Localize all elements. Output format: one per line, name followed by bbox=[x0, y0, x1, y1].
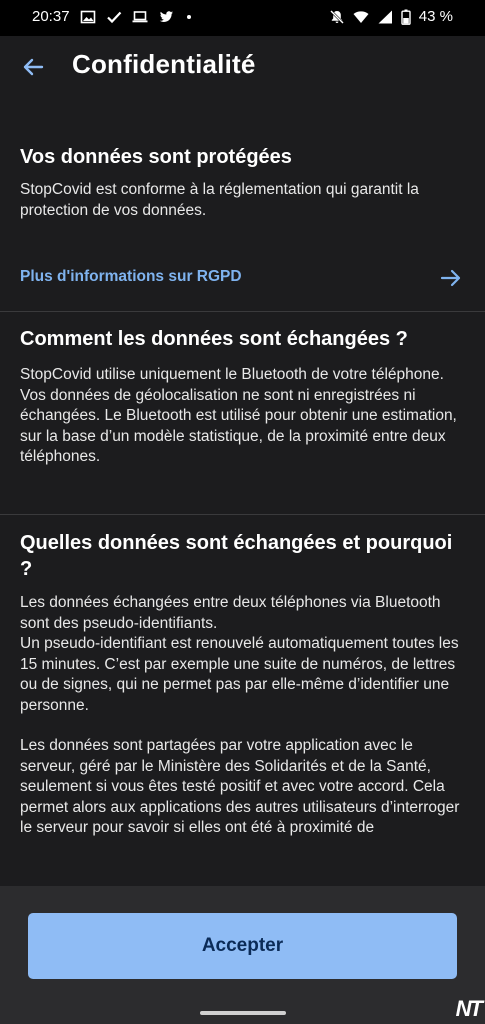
gesture-nav-handle[interactable] bbox=[200, 1011, 286, 1015]
arrow-left-icon bbox=[23, 58, 44, 76]
section-title: Vos données sont protégées bbox=[20, 146, 292, 168]
laptop-icon bbox=[132, 9, 148, 25]
twitter-icon bbox=[158, 9, 174, 25]
screen: 20:37 43 % Confidentialité Vos données s… bbox=[0, 0, 485, 1024]
status-left: 20:37 bbox=[32, 8, 194, 25]
section-body: StopCovid utilise uniquement le Bluetoot… bbox=[20, 366, 457, 465]
divider bbox=[0, 514, 485, 515]
section-title: Comment les données sont échangées ? bbox=[20, 328, 408, 350]
back-button[interactable] bbox=[18, 52, 48, 82]
divider bbox=[0, 311, 485, 312]
rgpd-link-label: Plus d'informations sur RGPD bbox=[20, 268, 242, 285]
status-bar: 20:37 43 % bbox=[0, 0, 485, 36]
section-body: StopCovid est conforme à la réglementati… bbox=[20, 181, 419, 219]
image-icon bbox=[80, 9, 96, 25]
body-paragraph: Un pseudo-identifiant est renouvelé auto… bbox=[20, 635, 459, 714]
section-title: Quelles données sont échangées et pourqu… bbox=[20, 532, 453, 580]
status-time: 20:37 bbox=[32, 8, 70, 25]
body-paragraph: Les données échangées entre deux télépho… bbox=[20, 594, 441, 632]
bottom-bar: Accepter NT bbox=[0, 886, 485, 1024]
watermark-logo: NT bbox=[455, 996, 483, 1021]
wifi-icon bbox=[353, 9, 369, 25]
section-body: Les données échangées entre deux télépho… bbox=[20, 593, 460, 839]
arrow-right-icon bbox=[439, 266, 463, 290]
check-icon bbox=[106, 9, 122, 25]
status-right: 43 % bbox=[329, 8, 453, 25]
muted-bell-icon bbox=[329, 9, 345, 25]
battery-percent: 43 % bbox=[418, 8, 453, 25]
page-title: Confidentialité bbox=[72, 49, 256, 79]
rgpd-info-link[interactable]: Plus d'informations sur RGPD bbox=[0, 258, 485, 298]
dot-icon bbox=[184, 9, 194, 25]
app-bar: Confidentialité bbox=[0, 36, 485, 98]
accept-button[interactable]: Accepter bbox=[28, 913, 457, 979]
signal-icon bbox=[377, 9, 393, 25]
body-paragraph: Les données sont partagées par votre app… bbox=[20, 737, 460, 836]
battery-icon bbox=[401, 9, 411, 25]
